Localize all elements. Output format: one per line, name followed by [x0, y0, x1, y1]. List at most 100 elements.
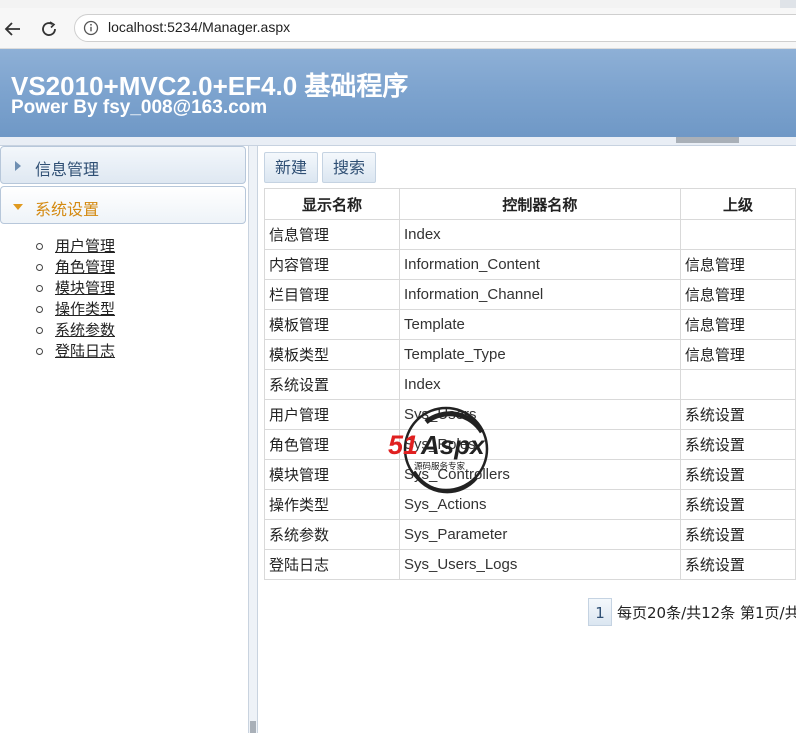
bullet-icon — [36, 285, 43, 292]
display-name-cell: 系统设置 — [264, 369, 400, 400]
controller-name-cell: Information_Content — [398, 249, 681, 280]
table-row[interactable]: 用户管理 Sys_Users 系统设置 — [264, 399, 796, 430]
vertical-splitter[interactable] — [249, 146, 258, 733]
new-button[interactable]: 新建 — [264, 152, 318, 183]
controller-name-cell: Sys_Users — [398, 399, 681, 430]
sidebar-item-modules: 模块管理 — [0, 278, 115, 299]
table-row[interactable]: 登陆日志 Sys_Users_Logs 系统设置 — [264, 549, 796, 580]
modules-table: 显示名称 控制器名称 上级 信息管理 Index 内容管理 Information_C… — [264, 188, 796, 580]
display-name-cell: 用户管理 — [264, 399, 400, 430]
bullet-icon — [36, 243, 43, 250]
controller-name-cell: Sys_Parameter — [398, 519, 681, 550]
display-name-cell: 模板类型 — [264, 339, 400, 370]
parent-cell: 信息管理 — [679, 339, 796, 370]
horizontal-splitter[interactable] — [0, 137, 796, 146]
table-row[interactable]: 模块管理 Sys_Controllers 系统设置 — [264, 459, 796, 490]
table-row[interactable]: 操作类型 Sys_Actions 系统设置 — [264, 489, 796, 520]
expand-arrow-icon — [15, 161, 21, 171]
accordion-system-settings[interactable]: 系统设置 — [0, 186, 246, 224]
parent-cell — [679, 369, 796, 400]
display-name-cell: 栏目管理 — [264, 279, 400, 310]
system-settings-menu: 用户管理 角色管理 模块管理 操作类型 系统参数 登陆日志 — [0, 236, 115, 362]
column-header[interactable]: 控制器名称 — [398, 188, 681, 220]
display-name-cell: 信息管理 — [264, 219, 400, 250]
sidebar-link[interactable]: 登陆日志 — [55, 342, 115, 360]
table-row[interactable]: 系统参数 Sys_Parameter 系统设置 — [264, 519, 796, 550]
parent-cell: 系统设置 — [679, 459, 796, 490]
parent-cell: 信息管理 — [679, 309, 796, 340]
table-row[interactable]: 角色管理 Sys_Roles 系统设置 — [264, 429, 796, 460]
display-name-cell: 模板管理 — [264, 309, 400, 340]
page-header: VS2010+MVC2.0+EF4.0 基础程序 Power By fsy_00… — [0, 49, 796, 137]
splitter-grip[interactable] — [250, 721, 256, 733]
table-row[interactable]: 系统设置 Index — [264, 369, 796, 400]
accordion-label: 信息管理 — [35, 160, 100, 179]
controller-name-cell: Sys_Users_Logs — [398, 549, 681, 580]
pager-info: 每页20条/共12条 第1页/共1页 — [617, 603, 796, 622]
column-header[interactable]: 显示名称 — [264, 188, 400, 220]
search-button[interactable]: 搜索 — [322, 152, 376, 183]
info-icon[interactable] — [83, 20, 99, 36]
sidebar: 信息管理 系统设置 用户管理 角色管理 模块管理 操作类型 系统参数 登陆日志 — [0, 146, 249, 733]
sidebar-link[interactable]: 角色管理 — [55, 258, 115, 276]
controller-name-cell: Sys_Roles — [398, 429, 681, 460]
main-content: 新建 搜索 显示名称 控制器名称 上级 信息管理 Index 内容管理 Informa… — [258, 146, 796, 733]
table-row[interactable]: 模板管理 Template 信息管理 — [264, 309, 796, 340]
collapse-arrow-icon — [13, 204, 23, 210]
table-row[interactable]: 内容管理 Information_Content 信息管理 — [264, 249, 796, 280]
parent-cell: 系统设置 — [679, 489, 796, 520]
table-row[interactable]: 信息管理 Index — [264, 219, 796, 250]
display-name-cell: 内容管理 — [264, 249, 400, 280]
browser-tab-strip — [0, 0, 796, 8]
parent-cell: 信息管理 — [679, 249, 796, 280]
browser-toolbar: localhost:5234/Manager.aspx — [0, 8, 796, 49]
display-name-cell: 模块管理 — [264, 459, 400, 490]
controller-name-cell: Template — [398, 309, 681, 340]
controller-name-cell: Index — [398, 219, 681, 250]
parent-cell: 系统设置 — [679, 429, 796, 460]
sidebar-item-roles: 角色管理 — [0, 257, 115, 278]
reload-icon — [42, 21, 56, 36]
controller-name-cell: Sys_Controllers — [398, 459, 681, 490]
sidebar-item-parameters: 系统参数 — [0, 320, 115, 341]
sidebar-item-action-types: 操作类型 — [0, 299, 115, 320]
display-name-cell: 操作类型 — [264, 489, 400, 520]
controller-name-cell: Sys_Actions — [398, 489, 681, 520]
controller-name-cell: Template_Type — [398, 339, 681, 370]
accordion-label: 系统设置 — [35, 200, 100, 219]
accordion-info-management[interactable]: 信息管理 — [0, 146, 246, 184]
display-name-cell: 角色管理 — [264, 429, 400, 460]
bullet-icon — [36, 327, 43, 334]
reload-button[interactable] — [36, 16, 62, 42]
sidebar-item-login-logs: 登陆日志 — [0, 341, 115, 362]
bullet-icon — [36, 348, 43, 355]
column-header[interactable]: 上级 — [679, 188, 796, 220]
bullet-icon — [36, 306, 43, 313]
table-body: 信息管理 Index 内容管理 Information_Content 信息管理 栏目管理… — [264, 219, 796, 580]
parent-cell: 系统设置 — [679, 549, 796, 580]
browser-active-tab[interactable] — [0, 0, 780, 8]
sidebar-link[interactable]: 操作类型 — [55, 300, 115, 318]
display-name-cell: 系统参数 — [264, 519, 400, 550]
sidebar-item-users: 用户管理 — [0, 236, 115, 257]
display-name-cell: 登陆日志 — [264, 549, 400, 580]
page-number-button[interactable]: 1 — [588, 598, 612, 626]
bullet-icon — [36, 264, 43, 271]
table-row[interactable]: 模板类型 Template_Type 信息管理 — [264, 339, 796, 370]
parent-cell — [679, 219, 796, 250]
sidebar-link[interactable]: 系统参数 — [55, 321, 115, 339]
splitter-grip[interactable] — [676, 137, 739, 143]
pager: 1 每页20条/共12条 第1页/共1页 — [588, 598, 796, 626]
back-arrow-icon — [4, 22, 20, 36]
back-button[interactable] — [0, 16, 26, 42]
parent-cell: 系统设置 — [679, 519, 796, 550]
address-bar[interactable]: localhost:5234/Manager.aspx — [74, 14, 796, 42]
controller-name-cell: Information_Channel — [398, 279, 681, 310]
parent-cell: 系统设置 — [679, 399, 796, 430]
sidebar-link[interactable]: 模块管理 — [55, 279, 115, 297]
parent-cell: 信息管理 — [679, 279, 796, 310]
controller-name-cell: Index — [398, 369, 681, 400]
table-header-row: 显示名称 控制器名称 上级 — [264, 188, 796, 220]
table-row[interactable]: 栏目管理 Information_Channel 信息管理 — [264, 279, 796, 310]
sidebar-link[interactable]: 用户管理 — [55, 237, 115, 255]
